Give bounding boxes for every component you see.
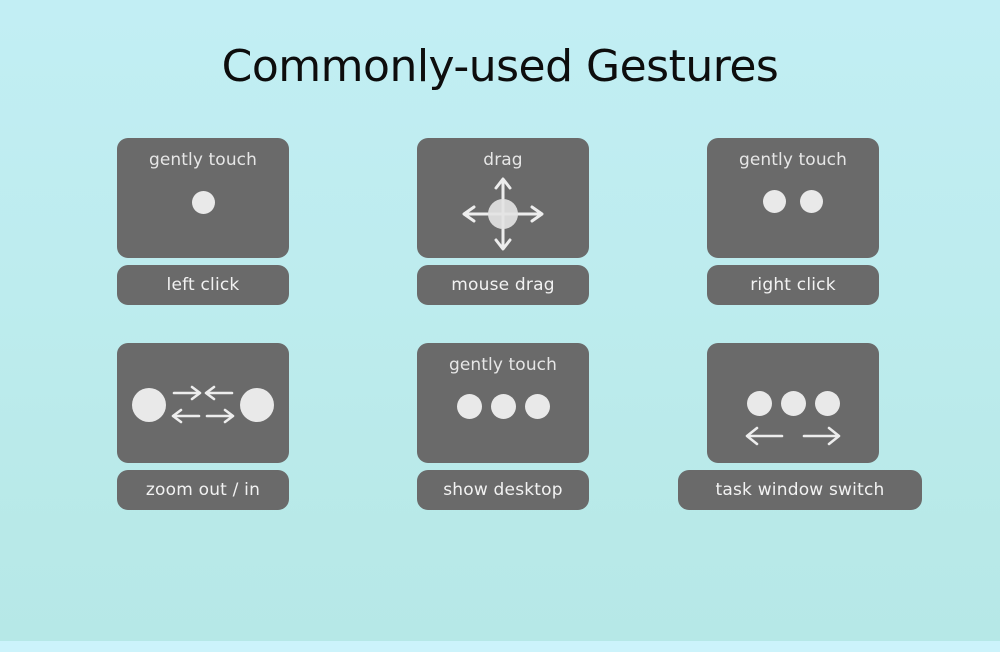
finger-dot	[746, 390, 772, 416]
gesture-label-text: task window switch	[715, 480, 885, 500]
finger-dot	[490, 393, 516, 419]
gesture-hint-right-click: gently touch	[738, 150, 848, 170]
gesture-label-text: zoom out / in	[145, 480, 261, 500]
finger-dots-show-desktop	[417, 393, 589, 419]
gesture-card-right-click[interactable]: gently touch	[707, 138, 879, 258]
gesture-label-zoom-out-in[interactable]: zoom out / in	[117, 470, 289, 510]
gesture-card-task-window-switch[interactable]	[707, 343, 879, 463]
gesture-card-mouse-drag[interactable]: drag	[417, 138, 589, 258]
drag-arrows-icon	[455, 174, 551, 254]
finger-dot	[524, 393, 550, 419]
finger-dots-left-click	[117, 190, 289, 214]
finger-dot	[800, 189, 823, 213]
switch-arrows-icon	[738, 423, 848, 449]
finger-dots-right-click	[707, 189, 879, 213]
finger-dot	[191, 190, 215, 214]
gesture-label-text: left click	[166, 275, 240, 295]
gesture-card-left-click[interactable]: gently touch	[117, 138, 289, 258]
gesture-label-show-desktop[interactable]: show desktop	[417, 470, 589, 510]
page-title: Commonly-used Gestures	[221, 41, 779, 92]
gesture-hint-left-click: gently touch	[148, 150, 258, 170]
gesture-label-left-click[interactable]: left click	[117, 265, 289, 305]
finger-dot	[780, 390, 806, 416]
pinch-zoom-icon	[132, 378, 274, 432]
gesture-label-task-window-switch[interactable]: task window switch	[678, 470, 922, 510]
bottom-accent-band	[0, 641, 1000, 652]
gesture-label-text: right click	[750, 275, 836, 295]
gesture-label-right-click[interactable]: right click	[707, 265, 879, 305]
gesture-card-show-desktop[interactable]: gently touch	[417, 343, 589, 463]
gesture-hint-show-desktop: gently touch	[448, 355, 558, 375]
gesture-hint-mouse-drag: drag	[483, 150, 523, 170]
finger-dot	[456, 393, 482, 419]
gesture-card-zoom-out-in[interactable]	[117, 343, 289, 463]
finger-dots-task-window-switch	[707, 390, 879, 416]
gesture-guide-page: Commonly-used Gestures gently touch left…	[0, 0, 1000, 652]
gesture-label-text: mouse drag	[451, 275, 555, 295]
finger-dot	[763, 189, 786, 213]
finger-dot	[814, 390, 840, 416]
gesture-label-mouse-drag[interactable]: mouse drag	[417, 265, 589, 305]
gesture-label-text: show desktop	[443, 480, 563, 500]
